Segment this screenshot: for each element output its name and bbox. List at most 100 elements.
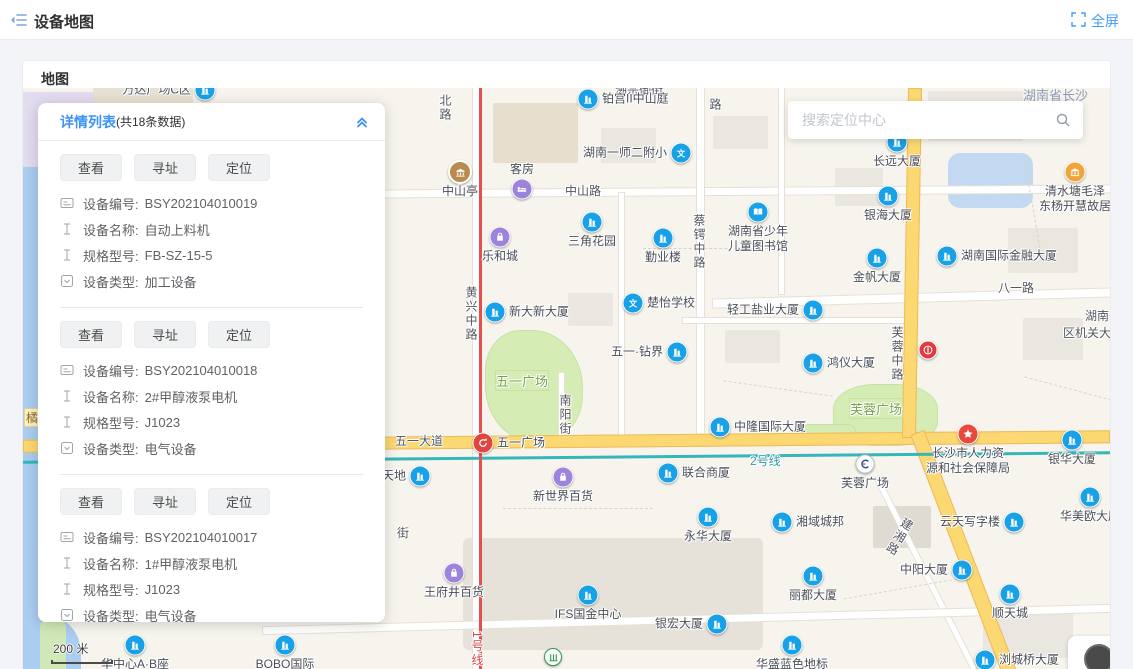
poi-label: 中阳大厦 [900,563,948,578]
detail-panel-header: 详情列表 (共18条数据) [38,103,385,141]
svg-text:文: 文 [629,298,638,308]
building-icon[interactable] [952,560,973,581]
address-button[interactable]: 寻址 [134,488,196,515]
building-icon[interactable] [667,342,688,363]
detail-panel: 详情列表 (共18条数据) 查看 寻址 定位 设备编号:BSY202104010… [38,103,385,622]
poi-label: 勤业楼 [645,250,681,265]
device-card: 查看 寻址 定位 设备编号:BSY202104010019 设备名称:自动上料机… [60,141,363,294]
building-icon[interactable] [1000,584,1021,605]
panel-title: 详情列表 [60,112,116,132]
search-icon[interactable] [1055,112,1071,128]
poi-label: 湖南省少年 儿童图书馆 [728,224,788,254]
museum-icon[interactable] [1065,162,1086,183]
building-icon[interactable] [867,248,888,269]
building-icon[interactable] [1062,430,1083,451]
fullscreen-button[interactable]: 全屏 [1071,11,1119,31]
code-icon [60,196,74,210]
view-button[interactable]: 查看 [60,154,122,181]
road-label: 1号线 [469,631,486,668]
building-icon[interactable] [653,228,674,249]
shop-icon[interactable] [490,227,511,248]
poi-label: 联合商厦 [682,466,730,481]
pagoda-icon[interactable] [448,160,472,184]
map-building-block [493,103,578,163]
building-icon[interactable] [658,463,679,484]
building-icon[interactable] [772,512,793,533]
building-icon[interactable] [582,212,603,233]
device-model: J1023 [145,415,180,430]
map-scale-label: 200 米 [53,640,88,657]
building-icon[interactable] [410,466,431,487]
building-icon[interactable] [698,507,719,528]
panorama-control [1068,636,1110,669]
map-building-block [725,330,780,363]
school-icon[interactable]: 文 [623,293,644,314]
address-button[interactable]: 寻址 [134,321,196,348]
school-icon[interactable]: 文 [671,143,692,164]
device-type-row: 设备类型:电气设备 [60,602,363,622]
device-code: BSY202104010017 [145,530,258,545]
panorama-button[interactable] [1084,644,1110,669]
shop-icon[interactable] [553,467,574,488]
device-card: 查看 寻址 定位 设备编号:BSY202104010017 设备名称:1#甲醇液… [60,474,363,622]
device-list: 查看 寻址 定位 设备编号:BSY202104010019 设备名称:自动上料机… [38,141,385,622]
locate-button[interactable]: 定位 [208,154,270,181]
device-name-row: 设备名称:自动上料机 [60,216,363,242]
building-icon[interactable] [125,635,146,656]
building-icon[interactable] [803,300,824,321]
poi-label: 银宏大厦 [655,617,703,632]
map-building-block [568,293,613,326]
locate-button[interactable]: 定位 [208,321,270,348]
path [503,508,653,509]
search-input[interactable] [788,112,1055,128]
book-icon[interactable] [748,202,769,223]
building-icon[interactable] [782,635,803,656]
building-icon[interactable] [803,353,824,374]
building-icon[interactable] [1080,487,1101,508]
poi-label: 浏城桥大厦 [999,653,1059,668]
poi-label: 新世界百货 [533,489,593,504]
park-label: 五一广场 [495,370,549,391]
building-icon[interactable] [975,650,996,669]
building-icon[interactable] [578,585,599,606]
building-icon[interactable] [937,246,958,267]
building-icon[interactable] [878,186,899,207]
metro-icon[interactable] [856,455,875,474]
building-icon[interactable] [1004,512,1025,533]
greenstation-icon[interactable] [544,648,562,666]
text-icon [60,222,74,236]
address-button[interactable]: 寻址 [134,154,196,181]
hotel-icon[interactable] [512,179,533,200]
poi-label: 天地 [382,469,406,484]
building-icon[interactable] [275,635,296,656]
shop-icon[interactable] [444,563,465,584]
building-icon[interactable] [195,88,216,101]
poi-label: 王府井百货 [424,585,484,600]
building-icon[interactable] [578,89,599,110]
view-button[interactable]: 查看 [60,321,122,348]
device-name-row: 设备名称:2#甲醇液泵电机 [60,383,363,409]
road-label: 中山路 [565,182,601,199]
building-icon[interactable] [707,614,728,635]
poi-label: 湖南一师二附小 [583,146,667,161]
star-icon[interactable] [958,424,979,445]
road-minor [779,88,784,294]
collapse-panel-icon[interactable] [355,115,369,129]
bankred-icon[interactable] [919,341,938,360]
poi-label: 华盛蓝色地标 [756,657,828,669]
map-canvas[interactable]: 万达广场C区铂宫II中山庭文湖南一师二附小客房中山亭三角花园勤业楼湖南省少年 儿… [23,88,1110,669]
map-scale-bar [51,660,113,664]
building-icon[interactable] [485,302,506,323]
building-icon[interactable] [710,417,731,438]
metro-line-1 [479,88,482,669]
road-minor [619,193,624,438]
poi-label: 湘域城邦 [796,515,844,530]
device-code: BSY202104010019 [145,196,258,211]
view-button[interactable]: 查看 [60,488,122,515]
sidebar-collapse-icon[interactable] [10,12,28,33]
interchange-icon[interactable] [473,433,494,454]
poi-label: 长沙市人力资 源和社会保障局 [926,446,1010,476]
building-icon[interactable] [803,566,824,587]
poi-label: 芙蓉广场 [841,476,889,491]
locate-button[interactable]: 定位 [208,488,270,515]
